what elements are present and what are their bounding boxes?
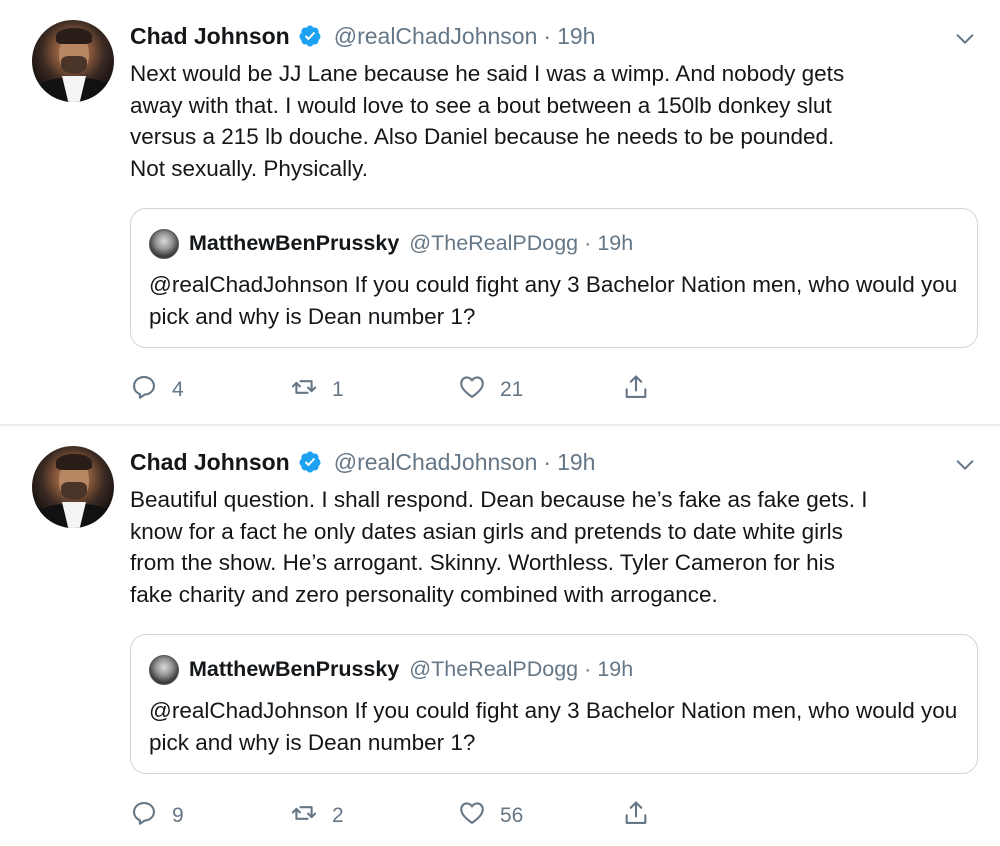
avatar[interactable] xyxy=(32,446,114,528)
tweet-feed: Chad Johnson @realChadJohnson · 19h Next… xyxy=(0,0,1000,846)
chevron-down-icon[interactable] xyxy=(954,28,976,50)
heart-icon xyxy=(458,799,486,833)
quoted-author-handle: @TheRealPDogg xyxy=(409,656,579,681)
retweet-count: 1 xyxy=(332,378,344,401)
tweet-text: Beautiful question. I shall respond. Dea… xyxy=(130,487,868,607)
avatar-beard xyxy=(61,56,87,74)
action-bar: 9 2 56 xyxy=(130,798,690,834)
tweet[interactable]: Chad Johnson @realChadJohnson · 19h Beau… xyxy=(0,424,1000,846)
separator-dot: · xyxy=(584,230,592,255)
reply-count: 4 xyxy=(172,378,184,401)
quoted-author-name: MatthewBenPrussky xyxy=(189,656,400,681)
avatar-beard xyxy=(61,482,87,500)
avatar xyxy=(149,229,179,259)
reply-icon xyxy=(130,373,158,407)
author-handle[interactable]: @realChadJohnson xyxy=(334,449,538,476)
share-icon xyxy=(622,373,650,407)
retweet-icon xyxy=(290,373,318,407)
quoted-timestamp: 19h xyxy=(597,230,634,255)
quoted-tweet-text: @realChadJohnson If you could fight any … xyxy=(149,272,958,329)
author-name[interactable]: Chad Johnson xyxy=(130,449,290,476)
avatar-hair xyxy=(56,454,92,470)
tweet[interactable]: Chad Johnson @realChadJohnson · 19h Next… xyxy=(0,0,1000,424)
chevron-down-icon[interactable] xyxy=(954,454,976,476)
retweet-button[interactable]: 1 xyxy=(290,372,344,408)
timestamp[interactable]: 19h xyxy=(557,449,595,476)
reply-button[interactable]: 4 xyxy=(130,372,184,408)
like-button[interactable]: 56 xyxy=(458,798,523,834)
heart-icon xyxy=(458,373,486,407)
reply-icon xyxy=(130,799,158,833)
reply-count: 9 xyxy=(172,804,184,827)
tweet-header: Chad Johnson @realChadJohnson · 19h xyxy=(130,20,595,52)
quoted-author-handle: @TheRealPDogg xyxy=(409,230,579,255)
retweet-count: 2 xyxy=(332,804,344,827)
quoted-timestamp: 19h xyxy=(597,656,634,681)
tweet-text: Next would be JJ Lane because he said I … xyxy=(130,61,845,181)
retweet-icon xyxy=(290,799,318,833)
quoted-author-name: MatthewBenPrussky xyxy=(189,230,400,255)
verified-badge-icon xyxy=(298,24,322,48)
share-icon xyxy=(622,799,650,833)
quoted-tweet-header: MatthewBenPrussky @TheRealPDogg · 19h xyxy=(189,227,633,259)
verified-badge-icon xyxy=(298,450,322,474)
reply-button[interactable]: 9 xyxy=(130,798,184,834)
like-count: 56 xyxy=(500,804,524,827)
avatar-hair xyxy=(56,28,92,44)
separator-dot: · xyxy=(543,22,552,49)
separator-dot: · xyxy=(584,656,592,681)
quoted-tweet[interactable]: MatthewBenPrussky @TheRealPDogg · 19h @r… xyxy=(130,634,978,774)
share-button[interactable] xyxy=(622,798,650,834)
avatar xyxy=(149,655,179,685)
like-button[interactable]: 21 xyxy=(458,372,523,408)
timestamp[interactable]: 19h xyxy=(557,23,595,50)
quoted-tweet-header: MatthewBenPrussky @TheRealPDogg · 19h xyxy=(189,653,633,685)
like-count: 21 xyxy=(500,378,524,401)
quoted-tweet[interactable]: MatthewBenPrussky @TheRealPDogg · 19h @r… xyxy=(130,208,978,348)
quoted-tweet-text: @realChadJohnson If you could fight any … xyxy=(149,698,958,755)
tweet-header: Chad Johnson @realChadJohnson · 19h xyxy=(130,446,595,478)
retweet-button[interactable]: 2 xyxy=(290,798,344,834)
share-button[interactable] xyxy=(622,372,650,408)
author-handle[interactable]: @realChadJohnson xyxy=(334,23,538,50)
author-name[interactable]: Chad Johnson xyxy=(130,23,290,50)
action-bar: 4 1 21 xyxy=(130,372,690,408)
separator-dot: · xyxy=(543,448,552,475)
avatar[interactable] xyxy=(32,20,114,102)
